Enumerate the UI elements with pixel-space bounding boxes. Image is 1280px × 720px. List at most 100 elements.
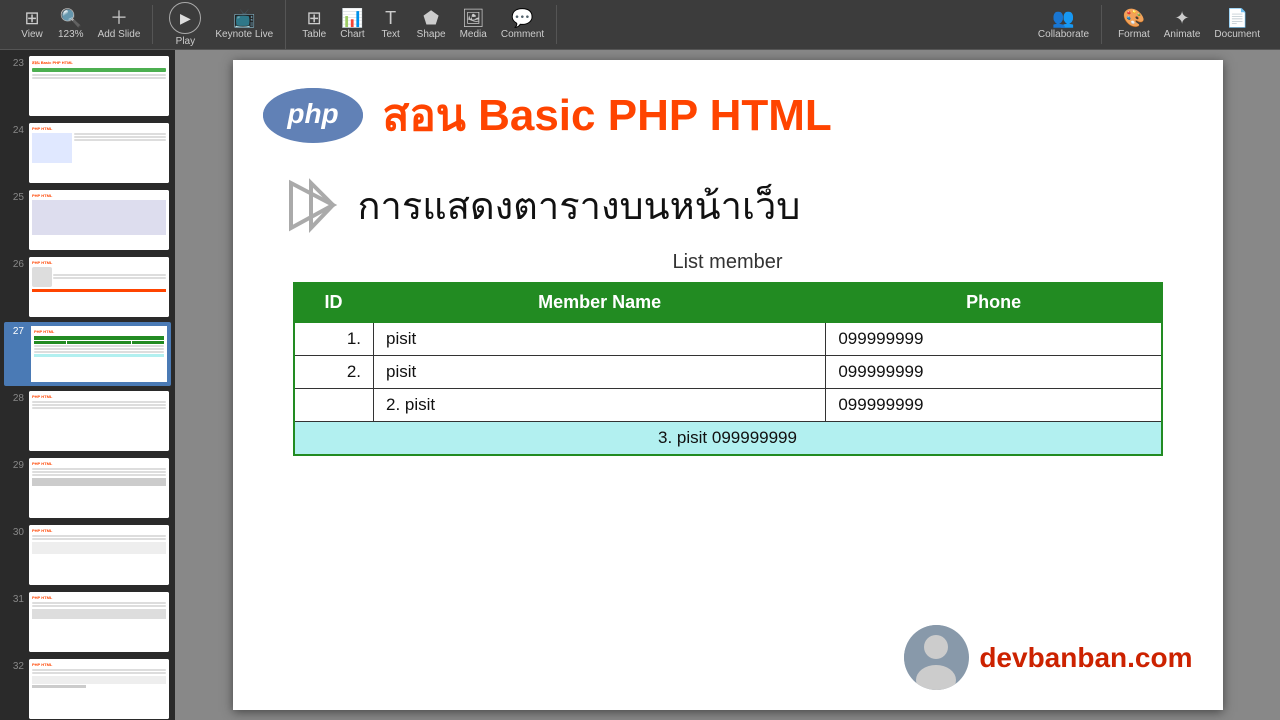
chart-label: Chart <box>340 29 364 40</box>
view-icon: ⊞ <box>24 9 39 27</box>
slide-header: php สอน Basic PHP HTML <box>233 60 1223 160</box>
slide-thumb-28[interactable]: 28 PHP HTML <box>4 389 171 453</box>
slide-number-25: 25 <box>6 190 24 203</box>
table-label: Table <box>302 29 326 40</box>
table-button[interactable]: ⊞ Table <box>296 5 332 44</box>
toolbar: ⊞ View 🔍 123% ＋ Add Slide ▶ Play 📺 Keyno… <box>0 0 1280 50</box>
main-area: 23 สอน Basic PHP HTML 24 PHP HTML <box>0 50 1280 720</box>
shape-button[interactable]: ⬟ Shape <box>411 5 452 44</box>
collaborate-button[interactable]: 👥 Collaborate <box>1032 5 1095 44</box>
slide-thumb-24[interactable]: 24 PHP HTML <box>4 121 171 185</box>
zoom-button[interactable]: 🔍 123% <box>52 5 90 44</box>
animate-icon: ✦ <box>1175 9 1190 27</box>
media-button[interactable]: 🖼 Media <box>454 5 493 44</box>
cell-name-3: 2. pisit <box>374 389 826 422</box>
table-row: 2. pisit 099999999 <box>294 356 1162 389</box>
slide[interactable]: php สอน Basic PHP HTML การแสดงตารางบนหน้… <box>233 60 1223 710</box>
slide-subtitle-row: การแสดงตารางบนหน้าเว็บ <box>233 160 1223 251</box>
table-header-row: ID Member Name Phone <box>294 283 1162 322</box>
document-button[interactable]: 📄 Document <box>1208 5 1266 44</box>
chart-icon: 📊 <box>341 9 363 27</box>
col-header-phone: Phone <box>826 283 1162 322</box>
cell-phone-2: 099999999 <box>826 356 1162 389</box>
cell-name-2: pisit <box>374 356 826 389</box>
add-slide-icon: ＋ <box>110 9 128 27</box>
comment-icon: 💬 <box>511 9 533 27</box>
slide-thumb-32[interactable]: 32 PHP HTML <box>4 657 171 720</box>
add-slide-button[interactable]: ＋ Add Slide <box>92 5 147 44</box>
slide-thumb-30[interactable]: 30 PHP HTML <box>4 523 171 587</box>
toolbar-insert-group: ⊞ Table 📊 Chart T Text ⬟ Shape 🖼 Media 💬… <box>290 5 557 44</box>
text-icon: T <box>385 9 396 27</box>
slide-thumbnail-25: PHP HTML <box>29 190 169 250</box>
cell-phone-1: 099999999 <box>826 322 1162 356</box>
cell-id-1: 1. <box>294 322 374 356</box>
play-label: Play <box>176 36 195 47</box>
table-title: List member <box>293 251 1163 274</box>
play-button[interactable]: ▶ Play <box>163 0 207 51</box>
slide-thumbnail-27: PHP HTML <box>29 324 169 384</box>
slide-number-28: 28 <box>6 391 24 404</box>
slide-number-24: 24 <box>6 123 24 136</box>
keynote-live-button[interactable]: 📺 Keynote Live <box>209 5 279 44</box>
table-section: List member ID Member Name Phone 1. pisi… <box>233 251 1223 456</box>
cell-id-2: 2. <box>294 356 374 389</box>
view-button[interactable]: ⊞ View <box>14 5 50 44</box>
media-label: Media <box>460 29 487 40</box>
format-button[interactable]: 🎨 Format <box>1112 5 1156 44</box>
slide-canvas: php สอน Basic PHP HTML การแสดงตารางบนหน้… <box>175 50 1280 720</box>
slide-thumbnail-31: PHP HTML <box>29 592 169 652</box>
table-row: 2. pisit 099999999 <box>294 389 1162 422</box>
slide-thumbnail-30: PHP HTML <box>29 525 169 585</box>
slide-thumbnail-23: สอน Basic PHP HTML <box>29 56 169 116</box>
slide-thumb-29[interactable]: 29 PHP HTML <box>4 456 171 520</box>
slide-thumb-27[interactable]: 27 PHP HTML <box>4 322 171 386</box>
zoom-label: 123% <box>58 29 84 40</box>
document-label: Document <box>1214 29 1260 40</box>
slide-thumb-25[interactable]: 25 PHP HTML <box>4 188 171 252</box>
add-slide-label: Add Slide <box>98 29 141 40</box>
brand-label: devbanban.com <box>979 642 1192 674</box>
slide-thumb-26[interactable]: 26 PHP HTML <box>4 255 171 319</box>
shape-icon: ⬟ <box>423 9 439 27</box>
slide-number-29: 29 <box>6 458 24 471</box>
slide-footer: devbanban.com <box>904 625 1192 690</box>
animate-label: Animate <box>1164 29 1201 40</box>
text-label: Text <box>382 29 400 40</box>
cell-phone-3: 099999999 <box>826 389 1162 422</box>
slide-thumb-31[interactable]: 31 PHP HTML <box>4 590 171 654</box>
slide-thumbnail-32: PHP HTML <box>29 659 169 719</box>
animate-button[interactable]: ✦ Animate <box>1158 5 1207 44</box>
member-table: ID Member Name Phone 1. pisit 099999999 … <box>293 282 1163 456</box>
table-row: 1. pisit 099999999 <box>294 322 1162 356</box>
svg-text:php: php <box>286 98 338 129</box>
slide-panel[interactable]: 23 สอน Basic PHP HTML 24 PHP HTML <box>0 50 175 720</box>
slide-number-30: 30 <box>6 525 24 538</box>
slide-thumbnail-28: PHP HTML <box>29 391 169 451</box>
play-arrow-icon <box>283 178 338 233</box>
toolbar-collab-group: 👥 Collaborate <box>1026 5 1102 44</box>
slide-thumbnail-29: PHP HTML <box>29 458 169 518</box>
comment-label: Comment <box>501 29 544 40</box>
shape-label: Shape <box>417 29 446 40</box>
zoom-icon: 🔍 <box>60 9 82 27</box>
table-icon: ⊞ <box>307 9 322 27</box>
collaborate-icon: 👥 <box>1052 9 1074 27</box>
slide-thumbnail-26: PHP HTML <box>29 257 169 317</box>
php-logo: php <box>263 88 363 143</box>
toolbar-panel-group: 🎨 Format ✦ Animate 📄 Document <box>1106 5 1272 44</box>
text-button[interactable]: T Text <box>373 5 409 44</box>
cell-name-1: pisit <box>374 322 826 356</box>
slide-number-27: 27 <box>6 324 24 337</box>
slide-number-31: 31 <box>6 592 24 605</box>
toolbar-play-group: ▶ Play 📺 Keynote Live <box>157 0 286 51</box>
keynote-live-label: Keynote Live <box>215 29 273 40</box>
table-row-highlight: 3. pisit 099999999 <box>294 422 1162 456</box>
view-label: View <box>21 29 43 40</box>
slide-subtitle: การแสดงตารางบนหน้าเว็บ <box>358 175 801 236</box>
slide-number-32: 32 <box>6 659 24 672</box>
chart-button[interactable]: 📊 Chart <box>334 5 370 44</box>
comment-button[interactable]: 💬 Comment <box>495 5 550 44</box>
document-icon: 📄 <box>1226 9 1248 27</box>
slide-thumb-23[interactable]: 23 สอน Basic PHP HTML <box>4 54 171 118</box>
